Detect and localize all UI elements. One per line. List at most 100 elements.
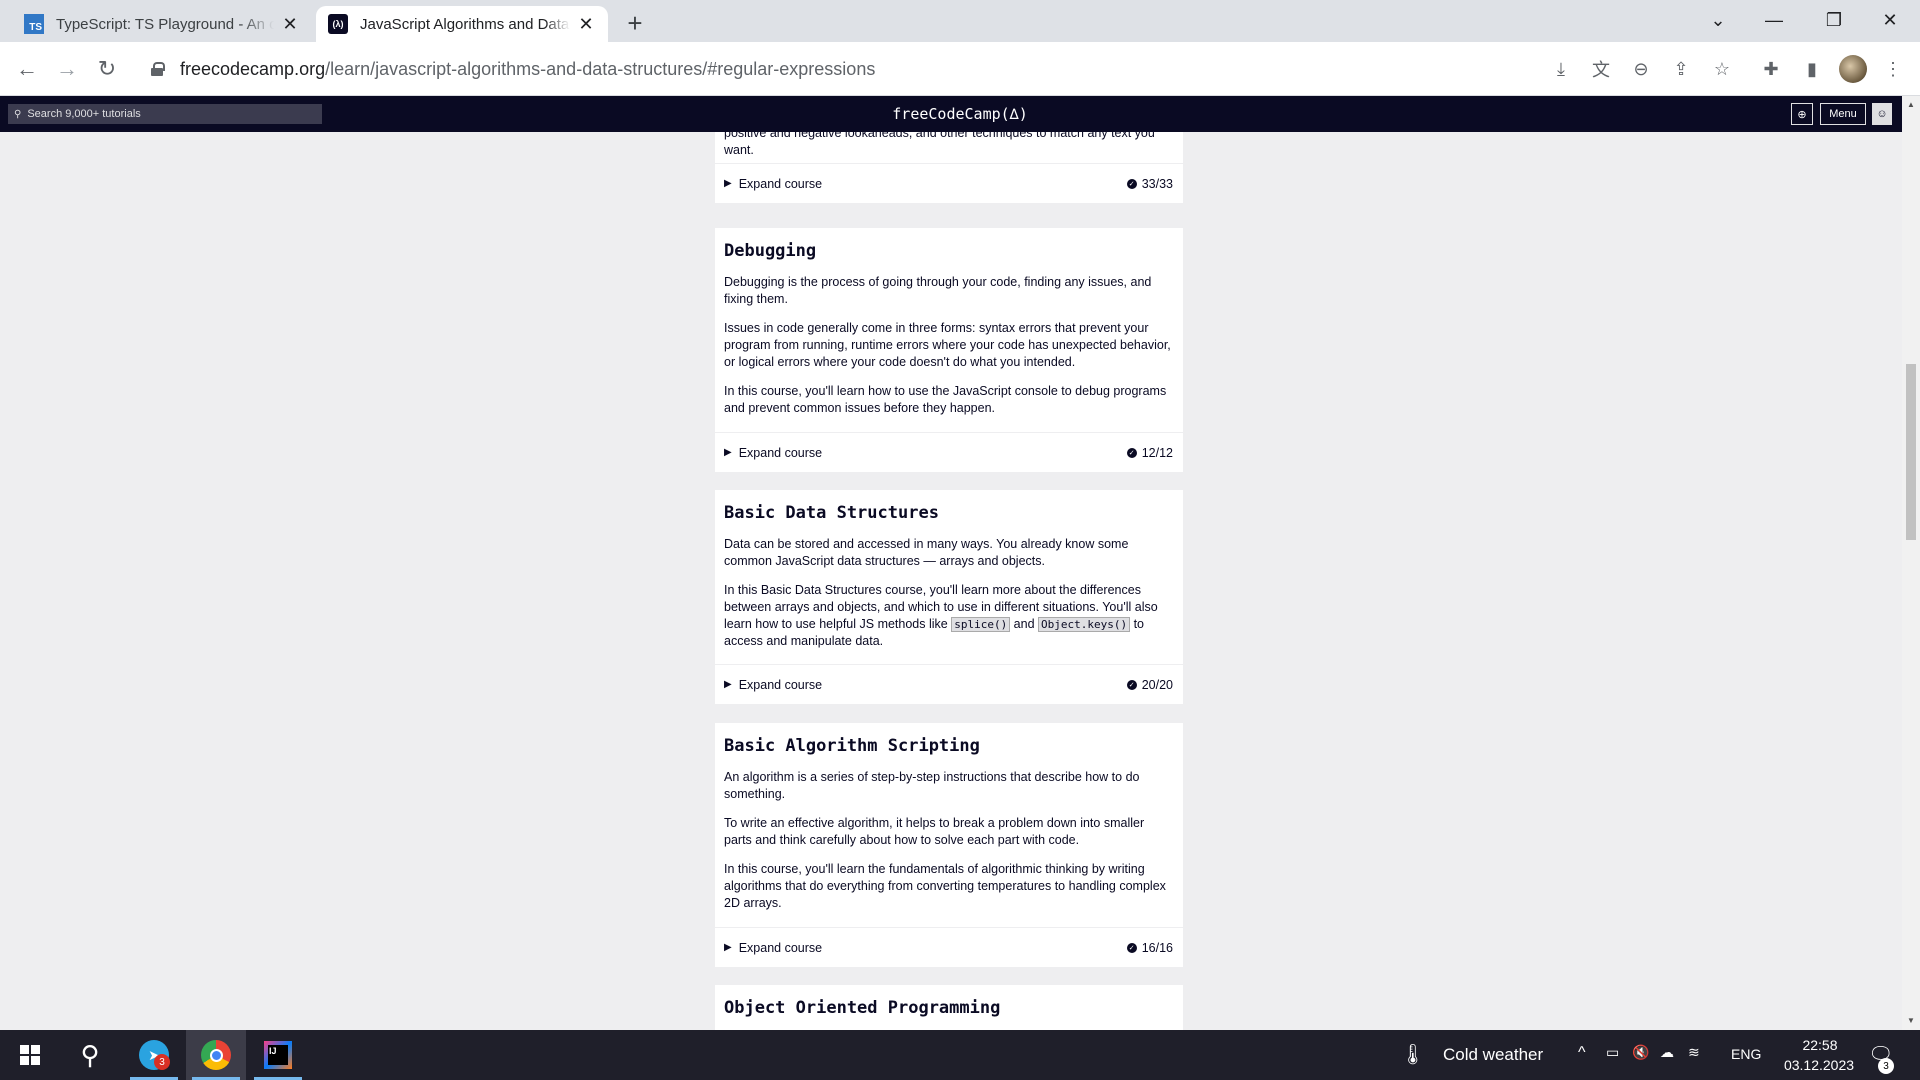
search-icon[interactable]: ⚲ — [60, 1030, 120, 1080]
chrome-app[interactable] — [186, 1030, 246, 1080]
browser-toolbar: ← → ↻ freecodecamp.org/learn/javascript-… — [0, 42, 1920, 96]
course-progress: ✓ 33/33 — [1126, 176, 1173, 191]
progress-count: 33/33 — [1141, 176, 1173, 191]
course-title[interactable]: Basic Data Structures — [724, 502, 1173, 524]
scroll-up-arrow-icon[interactable]: ▲ — [1906, 100, 1916, 110]
tab-freecodecamp[interactable]: (λ) JavaScript Algorithms and Data Struc… — [316, 6, 608, 42]
code-object-keys: Object.keys() — [1038, 617, 1131, 632]
start-button[interactable] — [0, 1030, 60, 1080]
scroll-down-arrow-icon[interactable]: ▼ — [1906, 1016, 1916, 1026]
course-list: positive and negative lookaheads, and ot… — [0, 132, 1902, 1030]
course-description: In this course, you'll learn the fundame… — [724, 862, 1166, 910]
windows-logo-icon — [20, 1045, 40, 1065]
profile-avatar[interactable] — [1839, 55, 1867, 83]
course-description: Data can be stored and accessed in many … — [724, 537, 1129, 568]
lock-icon[interactable] — [150, 62, 165, 76]
expand-label: Expand course — [738, 940, 823, 955]
battery-icon[interactable]: ▭ — [1606, 1044, 1619, 1061]
course-footer: ▶ Expand course ✓ 12/12 — [715, 432, 1183, 472]
progress-count: 20/20 — [1141, 677, 1173, 692]
check-circle-icon: ✓ — [1126, 447, 1137, 458]
url-path: /learn/javascript-algorithms-and-data-st… — [325, 58, 876, 79]
back-button[interactable]: ← — [10, 52, 44, 86]
course-card-regular-expressions: positive and negative lookaheads, and ot… — [715, 132, 1183, 203]
new-tab-button[interactable]: + — [620, 8, 650, 38]
course-card-basic-data-structures: Basic Data Structures Data can be stored… — [715, 490, 1183, 704]
close-tab-icon[interactable]: ✕ — [576, 14, 596, 34]
user-avatar-icon[interactable]: ☺ — [1872, 103, 1892, 125]
telegram-badge: 3 — [154, 1054, 170, 1070]
volume-muted-icon[interactable]: 🔇 — [1632, 1044, 1649, 1061]
minimize-button[interactable]: — — [1750, 0, 1798, 40]
fcc-navbar: ⚲ Search 9,000+ tutorials freeCodeCamp(∆… — [0, 96, 1920, 132]
check-circle-icon: ✓ — [1126, 942, 1137, 953]
course-description: An algorithm is a series of step-by-step… — [724, 770, 1140, 801]
expand-course-button[interactable]: ▶ Expand course — [724, 446, 822, 460]
course-progress: ✓ 12/12 — [1126, 445, 1173, 460]
course-footer: ▶ Expand course ✓ 33/33 — [715, 163, 1183, 203]
reload-button[interactable]: ↻ — [90, 52, 124, 86]
language-indicator[interactable]: ENG — [1731, 1046, 1761, 1062]
course-description: Debugging is the process of going throug… — [724, 275, 1152, 306]
search-input[interactable]: ⚲ Search 9,000+ tutorials — [8, 104, 322, 124]
language-globe-icon[interactable]: ⊕ — [1791, 103, 1813, 125]
check-circle-icon: ✓ — [1126, 178, 1137, 189]
forward-button[interactable]: → — [50, 52, 84, 86]
side-panel-icon[interactable]: ▮ — [1799, 56, 1825, 82]
scrollbar-thumb[interactable] — [1906, 364, 1916, 540]
tab-search-icon[interactable]: ⌄ — [1694, 0, 1742, 40]
extensions-icon[interactable]: ✚ — [1758, 56, 1784, 82]
notification-badge: 3 — [1878, 1058, 1894, 1074]
url-host: freecodecamp.org — [180, 58, 326, 79]
expand-course-button[interactable]: ▶ Expand course — [724, 177, 822, 191]
chrome-icon — [201, 1040, 231, 1070]
expand-course-button[interactable]: ▶ Expand course — [724, 678, 822, 692]
progress-count: 12/12 — [1141, 445, 1173, 460]
triangle-right-icon: ▶ — [724, 679, 732, 690]
clock-time[interactable]: 22:58 — [1790, 1037, 1850, 1053]
tab-typescript-playground[interactable]: TS TypeScript: TS Playground - An online… — [12, 6, 312, 42]
check-circle-icon: ✓ — [1126, 679, 1137, 690]
intellij-icon: IJ — [264, 1041, 292, 1069]
onedrive-icon[interactable]: ☁ — [1660, 1044, 1674, 1061]
course-title[interactable]: Object Oriented Programming — [724, 997, 1173, 1019]
telegram-app[interactable]: ➤ 3 — [124, 1030, 184, 1080]
chevron-up-icon[interactable]: ^ — [1578, 1044, 1586, 1062]
triangle-right-icon: ▶ — [724, 447, 732, 458]
intellij-app[interactable]: IJ — [248, 1030, 308, 1080]
search-icon: ⚲ — [14, 108, 22, 120]
triangle-right-icon: ▶ — [724, 178, 732, 189]
weather-label[interactable]: Cold weather — [1443, 1045, 1543, 1065]
tab-title: JavaScript Algorithms and Data Structure… — [360, 15, 570, 33]
fcc-logo[interactable]: freeCodeCamp(∆) — [880, 102, 1040, 126]
restore-button[interactable]: ❐ — [1810, 0, 1858, 40]
chrome-menu-icon[interactable]: ⋮ — [1880, 56, 1906, 82]
share-icon[interactable]: ⇪ — [1668, 56, 1694, 82]
course-card-debugging: Debugging Debugging is the process of go… — [715, 228, 1183, 472]
close-tab-icon[interactable]: ✕ — [280, 14, 300, 34]
course-description: In this Basic Data Structures course, yo… — [724, 582, 1173, 650]
wifi-icon[interactable]: ≋ — [1688, 1044, 1700, 1061]
close-window-button[interactable]: ✕ — [1866, 0, 1914, 40]
bookmark-star-icon[interactable]: ☆ — [1709, 56, 1735, 82]
thermometer-icon[interactable]: 🌡 — [1400, 1042, 1425, 1067]
zoom-icon[interactable]: ⊖ — [1628, 56, 1654, 82]
course-card-object-oriented-programming: Object Oriented Programming — [715, 985, 1183, 1030]
clock-date[interactable]: 03.12.2023 — [1774, 1057, 1864, 1073]
address-bar[interactable]: freecodecamp.org/learn/javascript-algori… — [138, 51, 1536, 87]
expand-label: Expand course — [738, 176, 823, 191]
expand-label: Expand course — [738, 445, 823, 460]
course-footer: ▶ Expand course ✓ 16/16 — [715, 927, 1183, 967]
vertical-scrollbar[interactable]: ▲ ▼ — [1902, 96, 1920, 1030]
progress-count: 16/16 — [1141, 940, 1173, 955]
menu-button[interactable]: Menu — [1820, 103, 1866, 125]
install-app-icon[interactable]: ⤓ — [1548, 56, 1574, 82]
course-title[interactable]: Debugging — [724, 240, 1173, 262]
search-placeholder: Search 9,000+ tutorials — [27, 108, 141, 120]
expand-course-button[interactable]: ▶ Expand course — [724, 941, 822, 955]
course-card-basic-algorithm-scripting: Basic Algorithm Scripting An algorithm i… — [715, 723, 1183, 967]
expand-label: Expand course — [738, 677, 823, 692]
translate-icon[interactable]: 文 — [1588, 56, 1614, 82]
freecodecamp-icon: (λ) — [328, 14, 348, 34]
course-title[interactable]: Basic Algorithm Scripting — [724, 735, 1173, 757]
